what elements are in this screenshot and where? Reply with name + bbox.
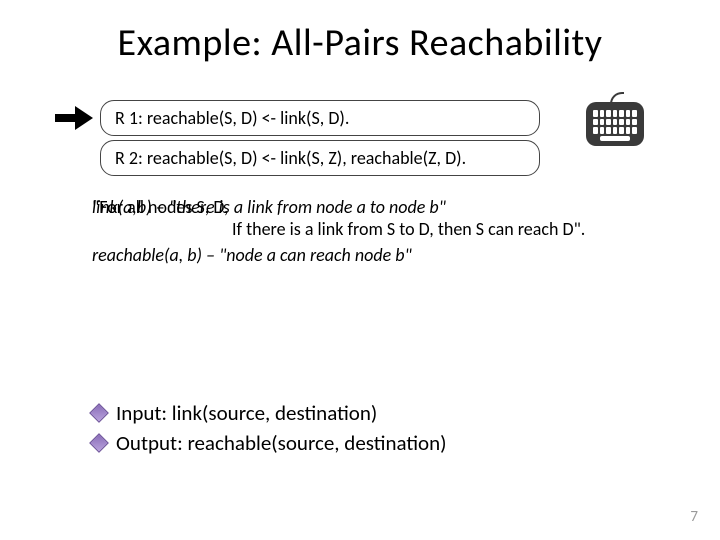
bullet-input-text: Input: link(source, destination) bbox=[116, 400, 377, 426]
bullet-output-text: Output: reachable(source, destination) bbox=[116, 430, 447, 456]
explanation-line-2: If there is a link from S to D, then S c… bbox=[232, 218, 585, 241]
bullet-list: Input: link(source, destination) Output:… bbox=[92, 400, 447, 460]
slide: Example: All-Pairs Reachability R 1: rea… bbox=[0, 0, 720, 540]
rule-1-text: R 1: reachable(S, D) <- link(S, D). bbox=[115, 107, 349, 129]
slide-title: Example: All-Pairs Reachability bbox=[0, 20, 720, 66]
page-number: 7 bbox=[690, 508, 698, 526]
explanation-line-3: reachable(a, b) – "node a can reach node… bbox=[92, 244, 412, 267]
keyboard-icon bbox=[586, 102, 644, 154]
bullet-input: Input: link(source, destination) bbox=[92, 400, 447, 426]
explanation-block: link(a,b) – "there is a link from node a… bbox=[92, 196, 652, 218]
rule-2-box: R 2: reachable(S, D) <- link(S, Z), reac… bbox=[100, 140, 540, 176]
bullet-output: Output: reachable(source, destination) bbox=[92, 430, 447, 456]
rule-1-box: R 1: reachable(S, D) <- link(S, D). bbox=[100, 100, 540, 136]
overlap-layer-b: "For all nodes S, D, bbox=[92, 196, 228, 219]
rule-2-text: R 2: reachable(S, D) <- link(S, Z), reac… bbox=[115, 147, 466, 169]
diamond-bullet-icon bbox=[89, 433, 109, 453]
diamond-bullet-icon bbox=[89, 403, 109, 423]
